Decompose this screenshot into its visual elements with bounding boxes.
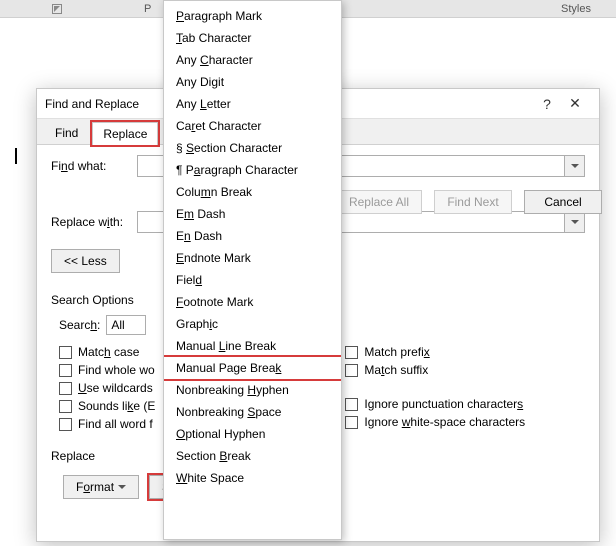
menu-any-digit[interactable]: Any Digit bbox=[164, 71, 341, 93]
menu-any-letter[interactable]: Any Letter bbox=[164, 93, 341, 115]
text-cursor bbox=[15, 148, 17, 164]
chevron-down-icon bbox=[571, 164, 579, 172]
group-launcher-icon[interactable] bbox=[52, 4, 62, 14]
menu-en-dash[interactable]: En Dash bbox=[164, 225, 341, 247]
tab-find[interactable]: Find bbox=[45, 122, 88, 144]
ribbon-group-center: P bbox=[144, 3, 151, 15]
ignore-ws-checkbox[interactable]: Ignore white-space characters bbox=[345, 415, 525, 429]
find-what-dropdown[interactable] bbox=[565, 155, 585, 177]
menu-endnote-mark[interactable]: Endnote Mark bbox=[164, 247, 341, 269]
ribbon-group-styles: Styles bbox=[561, 3, 591, 15]
menu-manual-page-break[interactable]: Manual Page Break bbox=[164, 357, 341, 379]
sounds-like-checkbox[interactable]: Sounds like (E bbox=[59, 399, 155, 413]
cancel-button[interactable]: Cancel bbox=[524, 190, 602, 214]
menu-column-break[interactable]: Column Break bbox=[164, 181, 341, 203]
menu-paragraph-character[interactable]: ¶ Paragraph Character bbox=[164, 159, 341, 181]
all-forms-checkbox[interactable]: Find all word f bbox=[59, 417, 155, 431]
replace-with-dropdown[interactable] bbox=[565, 211, 585, 233]
menu-tab-character[interactable]: Tab Character bbox=[164, 27, 341, 49]
menu-paragraph-mark[interactable]: Paragraph Mark bbox=[164, 5, 341, 27]
match-suffix-checkbox[interactable]: Match suffix bbox=[345, 363, 525, 377]
tab-replace[interactable]: Replace bbox=[92, 122, 158, 145]
less-button[interactable]: << Less bbox=[51, 249, 120, 273]
menu-white-space[interactable]: White Space bbox=[164, 467, 341, 489]
find-what-label: Find what: bbox=[51, 159, 129, 173]
search-direction-value: All bbox=[111, 318, 124, 332]
menu-field[interactable]: Field bbox=[164, 269, 341, 291]
chevron-down-icon bbox=[118, 485, 126, 493]
replace-all-button[interactable]: Replace All bbox=[336, 190, 422, 214]
match-prefix-checkbox[interactable]: Match prefix bbox=[345, 345, 525, 359]
close-button[interactable]: ✕ bbox=[559, 95, 591, 112]
help-button[interactable]: ? bbox=[535, 96, 559, 112]
menu-em-dash[interactable]: Em Dash bbox=[164, 203, 341, 225]
chevron-down-icon bbox=[571, 220, 579, 228]
menu-any-character[interactable]: Any Character bbox=[164, 49, 341, 71]
menu-nonbreaking-hyphen[interactable]: Nonbreaking Hyphen bbox=[164, 379, 341, 401]
menu-section-break[interactable]: Section Break bbox=[164, 445, 341, 467]
ignore-punct-checkbox[interactable]: Ignore punctuation characters bbox=[345, 397, 525, 411]
menu-caret-character[interactable]: Caret Character bbox=[164, 115, 341, 137]
menu-section-character[interactable]: § Section Character bbox=[164, 137, 341, 159]
special-menu: Paragraph Mark Tab Character Any Charact… bbox=[163, 0, 342, 540]
wildcards-checkbox[interactable]: Use wildcards bbox=[59, 381, 155, 395]
less-button-label: << Less bbox=[64, 254, 107, 268]
find-next-button[interactable]: Find Next bbox=[434, 190, 512, 214]
format-button[interactable]: Format bbox=[63, 475, 139, 499]
menu-graphic[interactable]: Graphic bbox=[164, 313, 341, 335]
menu-nonbreaking-space[interactable]: Nonbreaking Space bbox=[164, 401, 341, 423]
whole-word-checkbox[interactable]: Find whole wo bbox=[59, 363, 155, 377]
replace-with-label: Replace with: bbox=[51, 215, 129, 229]
menu-manual-line-break[interactable]: Manual Line Break bbox=[164, 335, 341, 357]
search-direction-label: Search: bbox=[59, 318, 100, 332]
match-case-checkbox[interactable]: Match case bbox=[59, 345, 155, 359]
search-direction-select[interactable]: All bbox=[106, 315, 146, 335]
menu-footnote-mark[interactable]: Footnote Mark bbox=[164, 291, 341, 313]
menu-optional-hyphen[interactable]: Optional Hyphen bbox=[164, 423, 341, 445]
